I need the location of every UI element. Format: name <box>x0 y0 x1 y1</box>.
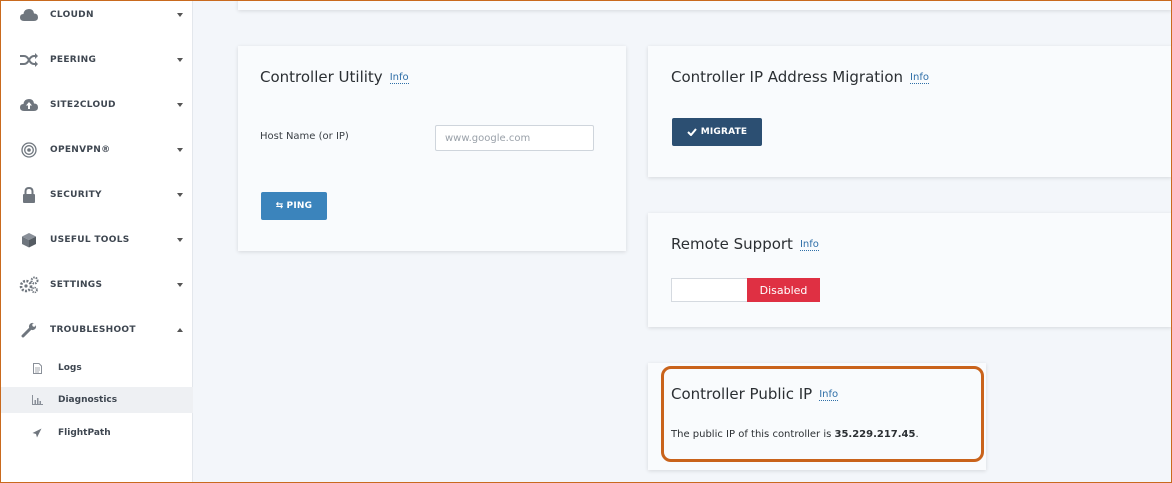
migrate-button[interactable]: MIGRATE <box>672 118 762 146</box>
sidebar-item-label: TROUBLESHOOT <box>50 325 136 335</box>
controller-utility-title: Controller Utility <box>260 68 383 86</box>
chevron-down-icon <box>177 58 183 62</box>
host-name-input[interactable] <box>435 125 594 151</box>
sidebar-item-security[interactable]: SECURITY <box>0 180 193 210</box>
ip-migration-card: Controller IP Address Migration Info MIGR… <box>648 46 1172 177</box>
sidebar-subitem-label: FlightPath <box>58 428 111 438</box>
bar-chart-icon <box>31 394 43 406</box>
remote-support-card: Remote Support Info Disabled <box>648 213 1172 327</box>
remote-support-status-button[interactable]: Disabled <box>747 278 820 302</box>
sidebar-item-label: PEERING <box>50 55 97 65</box>
chevron-down-icon <box>177 193 183 197</box>
file-icon <box>31 362 43 374</box>
info-link[interactable]: Info <box>799 239 819 251</box>
remote-support-title: Remote Support <box>671 235 793 253</box>
gears-icon <box>19 275 39 295</box>
plane-icon <box>31 427 43 439</box>
swap-icon: ⇆ <box>275 201 284 211</box>
controller-utility-card: Controller Utility Info Host Name (or IP)… <box>238 46 626 251</box>
wrench-icon <box>19 320 39 340</box>
sidebar-item-site2cloud[interactable]: SITE2CLOUD <box>0 90 193 120</box>
sidebar-item-label: OPENVPN® <box>50 145 111 155</box>
public-ip-value: 35.229.217.45 <box>834 429 916 440</box>
sidebar-subitem-logs[interactable]: Logs <box>0 355 193 381</box>
chevron-down-icon <box>177 148 183 152</box>
sidebar-item-troubleshoot[interactable]: TROUBLESHOOT <box>0 315 193 345</box>
ip-migration-title: Controller IP Address Migration <box>671 68 904 86</box>
card-title: Controller IP Address Migration Info <box>671 68 929 86</box>
sidebar-item-peering[interactable]: PEERING <box>0 45 193 75</box>
migrate-button-label: MIGRATE <box>700 127 748 137</box>
sidebar-item-label: SETTINGS <box>50 280 103 290</box>
host-name-label: Host Name (or IP) <box>260 131 349 142</box>
sidebar: CLOUDN PEERING SITE2CLOUD OPENVPN® SECUR… <box>0 0 193 483</box>
lock-icon <box>19 185 39 205</box>
info-link[interactable]: Info <box>910 72 929 84</box>
sidebar-item-label: CLOUDN <box>50 10 94 20</box>
chevron-down-icon <box>177 238 183 242</box>
cloud-icon <box>19 5 39 25</box>
sidebar-item-settings[interactable]: SETTINGS <box>0 270 193 300</box>
info-link[interactable]: Info <box>819 389 839 401</box>
info-link[interactable]: Info <box>389 72 409 84</box>
card-title: Controller Utility Info <box>260 68 409 86</box>
chevron-down-icon <box>177 283 183 287</box>
sidebar-subitem-diagnostics[interactable]: Diagnostics <box>0 387 193 413</box>
shuffle-icon <box>19 50 39 70</box>
target-icon <box>19 140 39 160</box>
sidebar-item-label: SECURITY <box>50 190 102 200</box>
public-ip-title: Controller Public IP <box>671 385 813 403</box>
remote-support-toggle-off[interactable] <box>671 278 748 302</box>
sidebar-subitem-label: Diagnostics <box>58 395 118 405</box>
sidebar-item-label: USEFUL TOOLS <box>50 235 130 245</box>
check-icon <box>686 128 697 136</box>
card-title: Controller Public IP Info <box>671 385 839 403</box>
ping-button-label: PING <box>286 201 313 211</box>
sidebar-item-label: SITE2CLOUD <box>50 100 116 110</box>
chevron-down-icon <box>177 103 183 107</box>
public-ip-suffix: . <box>915 429 919 440</box>
public-ip-text: The public IP of this controller is 35.2… <box>671 429 919 440</box>
sidebar-subitem-flightpath[interactable]: FlightPath <box>0 420 193 446</box>
cube-icon <box>19 230 39 250</box>
public-ip-card: Controller Public IP Info The public IP o… <box>648 363 986 470</box>
sidebar-subitem-label: Logs <box>58 363 82 373</box>
public-ip-prefix: The public IP of this controller is <box>671 429 835 440</box>
ping-button[interactable]: ⇆ PING <box>261 192 327 220</box>
sidebar-item-useful-tools[interactable]: USEFUL TOOLS <box>0 225 193 255</box>
sidebar-item-cloudn[interactable]: CLOUDN <box>0 0 193 30</box>
top-card-partial <box>238 0 1172 10</box>
chevron-down-icon <box>177 13 183 17</box>
cloud-upload-icon <box>19 95 39 115</box>
sidebar-item-openvpn[interactable]: OPENVPN® <box>0 135 193 165</box>
card-title: Remote Support Info <box>671 235 819 253</box>
chevron-up-icon <box>177 328 183 332</box>
